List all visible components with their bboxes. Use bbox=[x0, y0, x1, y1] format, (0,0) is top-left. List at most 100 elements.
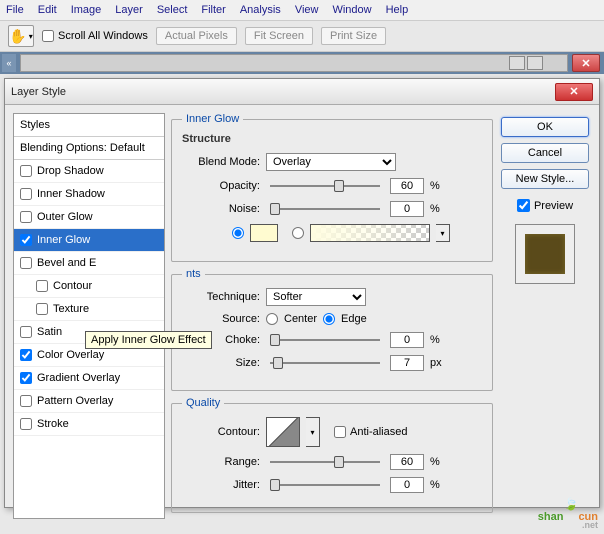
style-row-label: Inner Glow bbox=[37, 234, 90, 246]
layer-style-dialog: Layer Style ✕ Styles Blending Options: D… bbox=[4, 78, 600, 508]
style-row-label: Stroke bbox=[37, 418, 69, 430]
blend-mode-select[interactable]: Overlay bbox=[266, 153, 396, 171]
opacity-label: Opacity: bbox=[182, 180, 260, 192]
preview-swatch bbox=[525, 234, 565, 274]
source-edge-radio[interactable] bbox=[323, 313, 335, 325]
scroll-all-checkbox-input[interactable] bbox=[42, 30, 54, 42]
size-slider[interactable] bbox=[270, 362, 380, 364]
preview-checkbox-input[interactable] bbox=[517, 199, 530, 212]
source-center-label: Center bbox=[284, 313, 317, 325]
range-unit: % bbox=[430, 456, 448, 468]
preview-checkbox[interactable]: Preview bbox=[517, 199, 573, 212]
document-tab[interactable] bbox=[20, 54, 568, 72]
style-checkbox[interactable] bbox=[20, 418, 32, 430]
inner-glow-fieldset: Inner Glow Structure Blend Mode: Overlay… bbox=[171, 113, 493, 262]
style-checkbox[interactable] bbox=[20, 326, 32, 338]
tab-collapse-left-icon[interactable]: « bbox=[2, 54, 16, 72]
style-row-stroke[interactable]: Stroke bbox=[14, 413, 164, 436]
tab-close-button[interactable]: ✕ bbox=[572, 54, 600, 72]
style-checkbox[interactable] bbox=[20, 372, 32, 384]
style-row-label: Drop Shadow bbox=[37, 165, 104, 177]
style-row-label: Inner Shadow bbox=[37, 188, 105, 200]
style-row-outer-glow[interactable]: Outer Glow bbox=[14, 206, 164, 229]
menu-layer[interactable]: Layer bbox=[115, 4, 143, 16]
menu-window[interactable]: Window bbox=[332, 4, 371, 16]
menu-help[interactable]: Help bbox=[386, 4, 409, 16]
noise-label: Noise: bbox=[182, 203, 260, 215]
menu-view[interactable]: View bbox=[295, 4, 319, 16]
actual-pixels-button[interactable]: Actual Pixels bbox=[156, 27, 237, 45]
size-label: Size: bbox=[182, 357, 260, 369]
style-row-inner-shadow[interactable]: Inner Shadow bbox=[14, 183, 164, 206]
style-checkbox[interactable] bbox=[20, 234, 32, 246]
style-checkbox[interactable] bbox=[20, 165, 32, 177]
jitter-input[interactable] bbox=[390, 477, 424, 493]
menu-filter[interactable]: Filter bbox=[201, 4, 225, 16]
style-row-contour[interactable]: Contour bbox=[14, 275, 164, 298]
style-checkbox[interactable] bbox=[36, 280, 48, 292]
noise-input[interactable] bbox=[390, 201, 424, 217]
style-row-gradient-overlay[interactable]: Gradient Overlay bbox=[14, 367, 164, 390]
menu-select[interactable]: Select bbox=[157, 4, 188, 16]
quality-fieldset: Quality Contour: ▾ Anti-aliased Range: % bbox=[171, 397, 493, 513]
noise-slider[interactable] bbox=[270, 208, 380, 210]
range-input[interactable] bbox=[390, 454, 424, 470]
new-style-button[interactable]: New Style... bbox=[501, 169, 589, 189]
tab-minimize-icon[interactable] bbox=[509, 56, 525, 70]
size-input[interactable] bbox=[390, 355, 424, 371]
style-checkbox[interactable] bbox=[20, 211, 32, 223]
choke-slider[interactable] bbox=[270, 339, 380, 341]
style-checkbox[interactable] bbox=[36, 303, 48, 315]
antialiased-input[interactable] bbox=[334, 426, 346, 438]
style-checkbox[interactable] bbox=[20, 395, 32, 407]
hand-tool-button[interactable]: ✋ ▾ bbox=[8, 25, 34, 47]
style-row-bevel-and-e[interactable]: Bevel and E bbox=[14, 252, 164, 275]
choke-unit: % bbox=[430, 334, 448, 346]
chevron-down-icon: ▾ bbox=[29, 32, 33, 41]
glow-gradient-swatch[interactable] bbox=[310, 224, 430, 242]
menu-image[interactable]: Image bbox=[71, 4, 102, 16]
contour-label: Contour: bbox=[182, 426, 260, 438]
style-checkbox[interactable] bbox=[20, 257, 32, 269]
glow-color-radio[interactable] bbox=[232, 227, 244, 239]
antialiased-checkbox[interactable]: Anti-aliased bbox=[334, 426, 407, 438]
style-row-label: Satin bbox=[37, 326, 62, 338]
menu-edit[interactable]: Edit bbox=[38, 4, 57, 16]
options-bar: ✋ ▾ Scroll All Windows Actual Pixels Fit… bbox=[0, 21, 604, 52]
range-slider[interactable] bbox=[270, 461, 380, 463]
glow-color-swatch[interactable] bbox=[250, 224, 278, 242]
jitter-slider[interactable] bbox=[270, 484, 380, 486]
jitter-label: Jitter: bbox=[182, 479, 260, 491]
tab-restore-icon[interactable] bbox=[527, 56, 543, 70]
glow-gradient-radio[interactable] bbox=[292, 227, 304, 239]
style-checkbox[interactable] bbox=[20, 188, 32, 200]
style-row-pattern-overlay[interactable]: Pattern Overlay bbox=[14, 390, 164, 413]
ok-button[interactable]: OK bbox=[501, 117, 589, 137]
dialog-titlebar[interactable]: Layer Style ✕ bbox=[5, 79, 599, 105]
menu-file[interactable]: File bbox=[6, 4, 24, 16]
opacity-slider[interactable] bbox=[270, 185, 380, 187]
style-row-inner-glow[interactable]: Inner Glow bbox=[14, 229, 164, 252]
opacity-input[interactable] bbox=[390, 178, 424, 194]
fit-screen-button[interactable]: Fit Screen bbox=[245, 27, 313, 45]
elements-fieldset: nts Technique: Softer Source: Center Edg… bbox=[171, 268, 493, 391]
contour-picker[interactable] bbox=[266, 417, 300, 447]
source-center-radio[interactable] bbox=[266, 313, 278, 325]
style-row-drop-shadow[interactable]: Drop Shadow bbox=[14, 160, 164, 183]
styles-header[interactable]: Styles bbox=[14, 114, 164, 137]
scroll-all-windows-checkbox[interactable]: Scroll All Windows bbox=[42, 30, 148, 42]
dialog-close-button[interactable]: ✕ bbox=[555, 83, 593, 101]
choke-input[interactable] bbox=[390, 332, 424, 348]
gradient-chevron-down-icon[interactable]: ▾ bbox=[436, 224, 450, 242]
contour-chevron-down-icon[interactable]: ▾ bbox=[306, 417, 320, 447]
style-row-label: Gradient Overlay bbox=[37, 372, 120, 384]
style-checkbox[interactable] bbox=[20, 349, 32, 361]
effect-settings-panel: Inner Glow Structure Blend Mode: Overlay… bbox=[171, 113, 493, 519]
style-row-texture[interactable]: Texture bbox=[14, 298, 164, 321]
noise-unit: % bbox=[430, 203, 448, 215]
menu-analysis[interactable]: Analysis bbox=[240, 4, 281, 16]
print-size-button[interactable]: Print Size bbox=[321, 27, 386, 45]
cancel-button[interactable]: Cancel bbox=[501, 143, 589, 163]
technique-select[interactable]: Softer bbox=[266, 288, 366, 306]
blending-options-row[interactable]: Blending Options: Default bbox=[14, 137, 164, 160]
